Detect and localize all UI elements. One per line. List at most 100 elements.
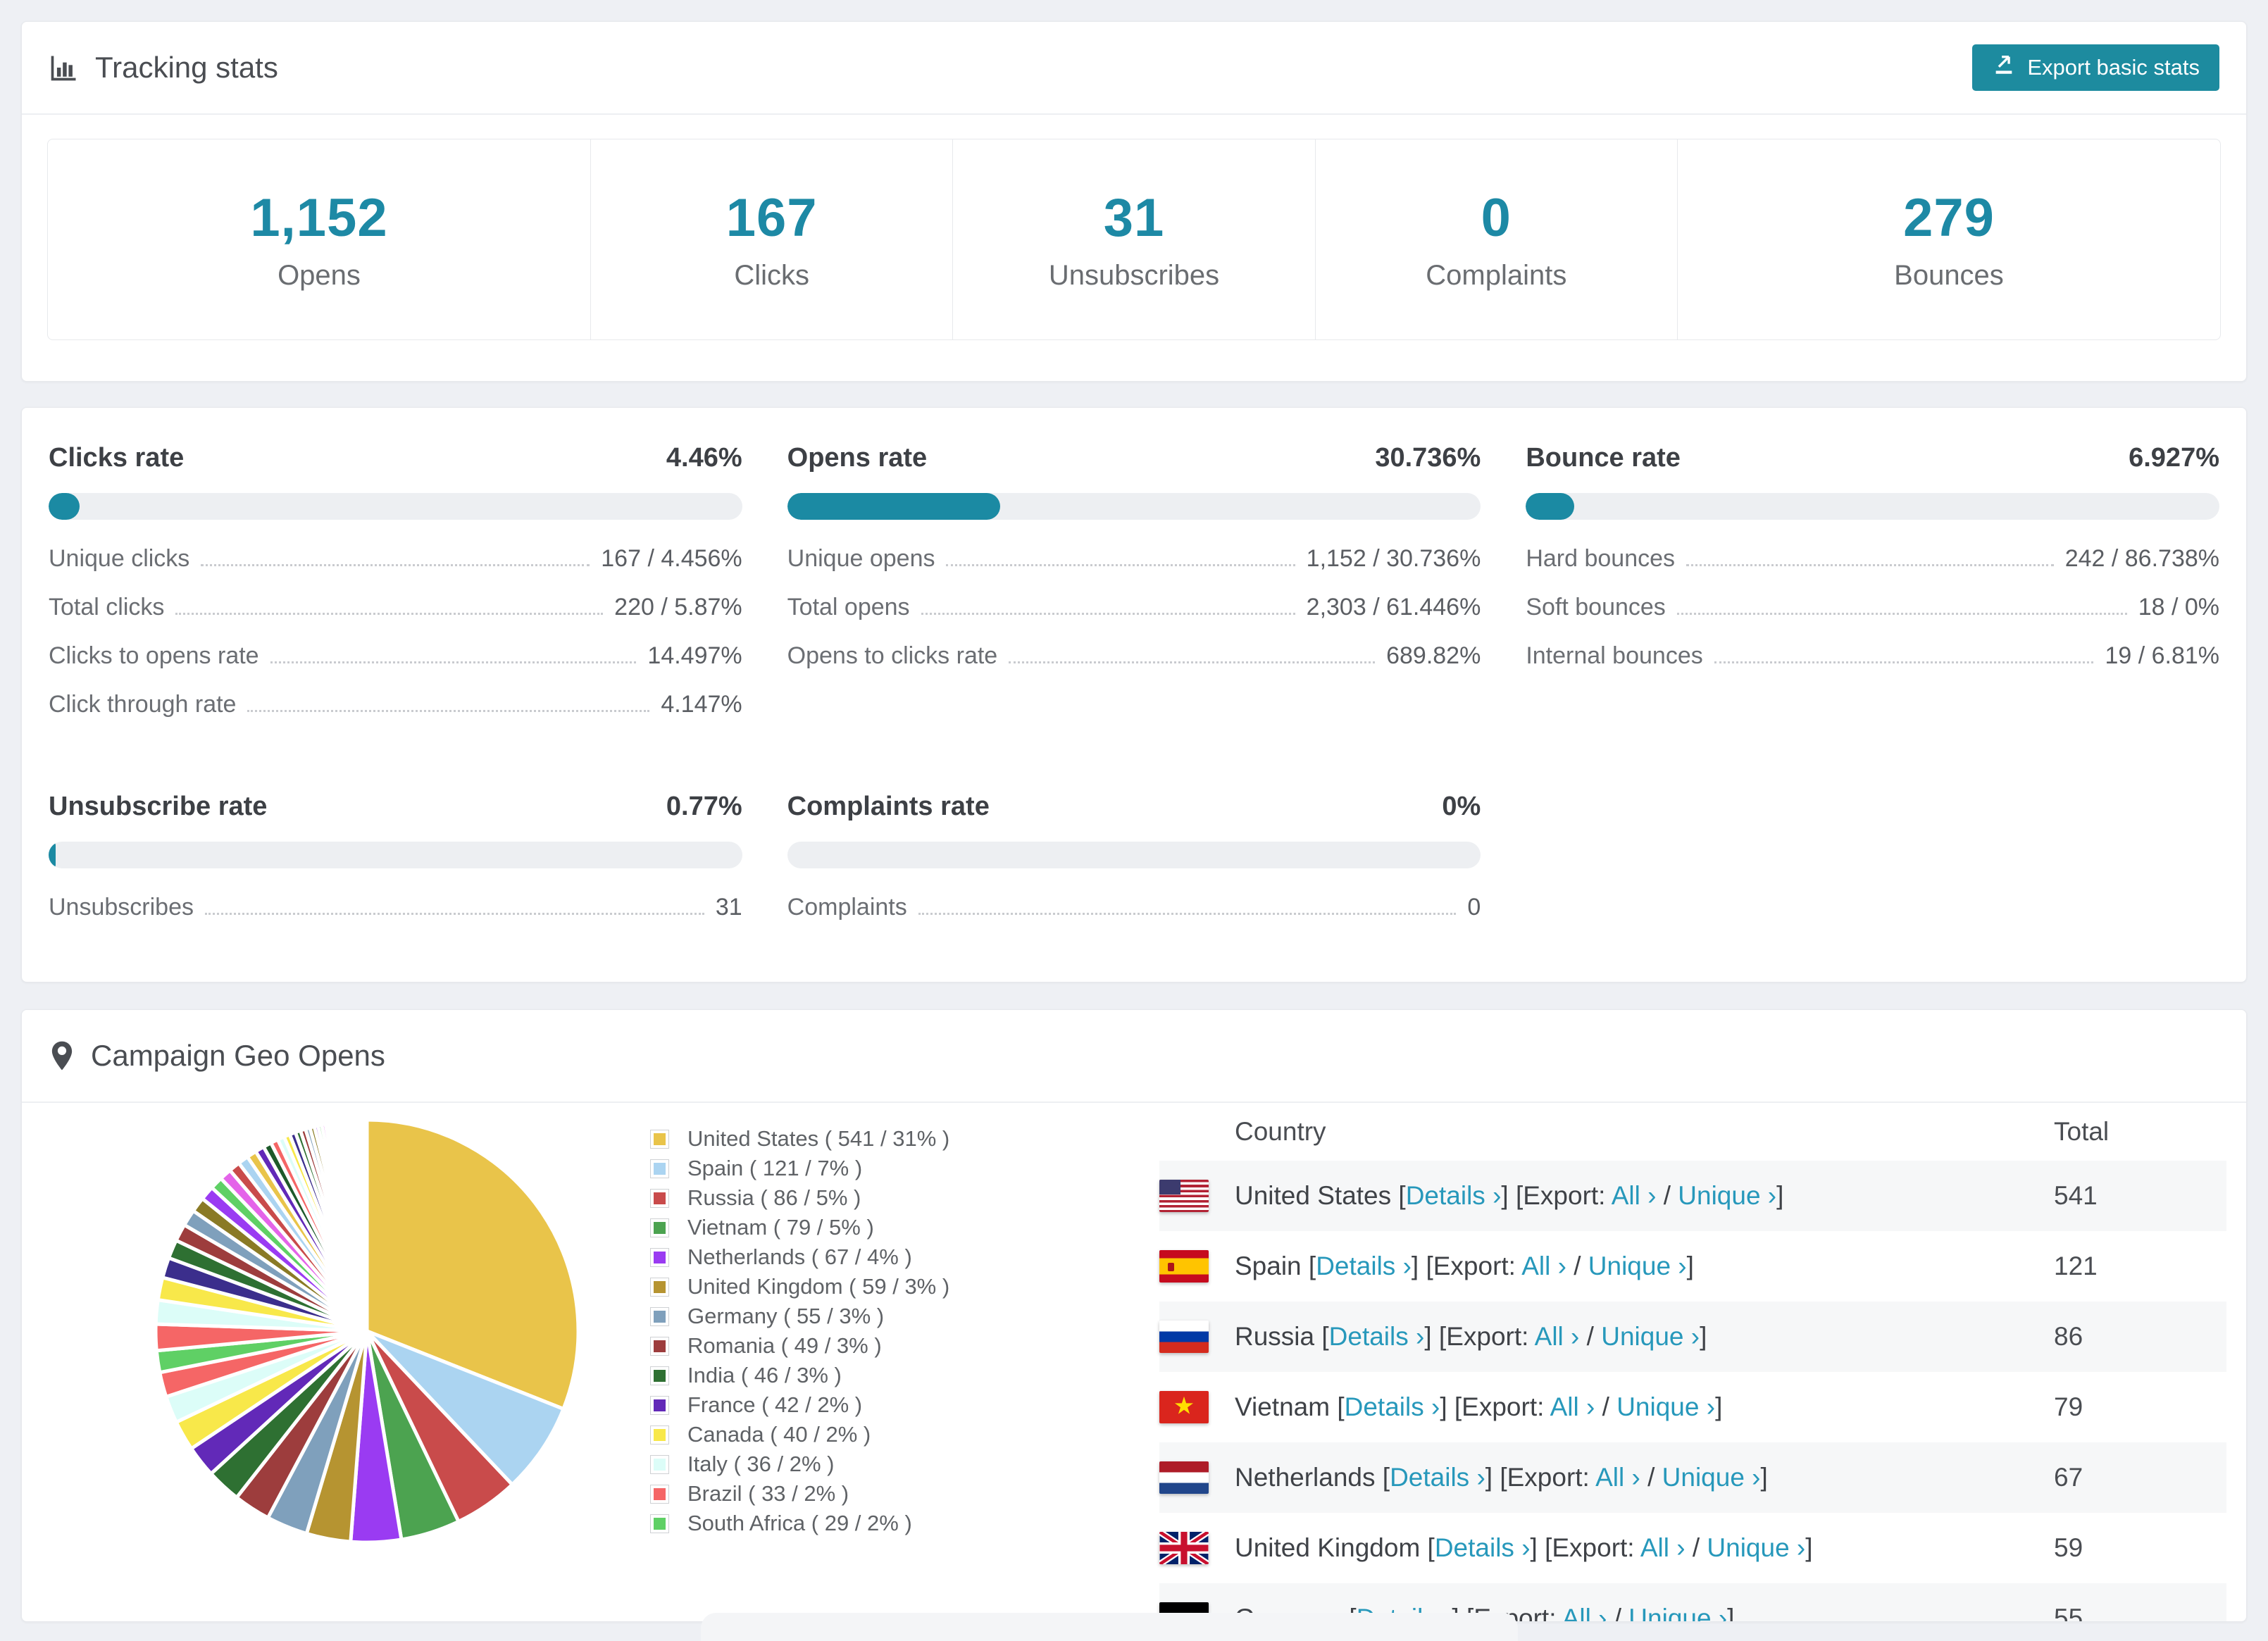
legend-label: Germany ( 55 / 3% )	[687, 1304, 885, 1328]
progress-track	[49, 493, 742, 520]
rate-panel-head: Opens rate 30.736%	[787, 436, 1481, 476]
total-cell: 55	[2054, 1604, 2083, 1622]
export-icon	[1992, 53, 2016, 82]
dotted-leader	[247, 710, 650, 712]
export-all-link[interactable]: All ›	[1535, 1322, 1580, 1351]
rate-value: 0%	[1442, 792, 1481, 821]
country-cell: Netherlands [Details ›] [Export: All › /…	[1159, 1461, 2054, 1494]
rate-metric-label: Clicks to opens rate	[49, 642, 259, 669]
stat-box-unsubscribes: 31 Unsubscribes	[952, 139, 1314, 339]
rate-panel-head: Complaints rate 0%	[787, 785, 1481, 825]
rate-metric-row: Opens to clicks rate 689.82%	[787, 642, 1481, 670]
dotted-leader	[1686, 564, 2054, 566]
legend-item-vietnam[interactable]: Vietnam ( 79 / 5% )	[650, 1213, 1099, 1242]
rate-metric-row: Internal bounces 19 / 6.81%	[1526, 642, 2219, 670]
export-unique-link[interactable]: Unique ›	[1678, 1181, 1776, 1210]
legend-label: Spain ( 121 / 7% )	[687, 1156, 863, 1180]
geo-legend: United States ( 541 / 31% ) Spain ( 121 /…	[635, 1103, 1099, 1621]
export-unique-link[interactable]: Unique ›	[1616, 1392, 1715, 1421]
dotted-leader	[1009, 661, 1376, 663]
stat-label: Clicks	[734, 260, 809, 291]
export-all-link[interactable]: All ›	[1550, 1392, 1595, 1421]
legend-label: Canada ( 40 / 2% )	[687, 1422, 871, 1447]
country-row-text: United Kingdom [Details ›] [Export: All …	[1235, 1533, 1813, 1562]
campaign-geo-opens-card: Campaign Geo Opens United States ( 541 /…	[21, 1009, 2247, 1622]
rate-panel-opens-rate: Opens rate 30.736% Unique opens 1,152 / 30.…	[787, 436, 1481, 740]
legend-item-germany[interactable]: Germany ( 55 / 3% )	[650, 1302, 1099, 1331]
rate-title: Unsubscribe rate	[49, 792, 268, 821]
rate-value: 0.77%	[666, 792, 742, 821]
details-link[interactable]: Details ›	[1316, 1252, 1412, 1280]
stat-label: Complaints	[1426, 260, 1567, 291]
country-row-text: United States [Details ›] [Export: All ›…	[1235, 1181, 1784, 1210]
rate-metric-label: Internal bounces	[1526, 642, 1703, 669]
progress-track	[787, 842, 1481, 868]
export-unique-link[interactable]: Unique ›	[1628, 1604, 1727, 1621]
export-all-link[interactable]: All ›	[1562, 1604, 1607, 1621]
dotted-leader	[201, 564, 590, 566]
legend-label: Russia ( 86 / 5% )	[687, 1185, 861, 1210]
rate-value: 4.46%	[666, 443, 742, 473]
export-basic-stats-label: Export basic stats	[2027, 55, 2200, 80]
country-row-text: Vietnam [Details ›] [Export: All › / Uni…	[1235, 1392, 1723, 1421]
stat-box-opens: 1,152 Opens	[48, 139, 590, 339]
legend-item-india[interactable]: India ( 46 / 3% )	[650, 1361, 1099, 1390]
legend-label: India ( 46 / 3% )	[687, 1363, 842, 1387]
legend-item-canada[interactable]: Canada ( 40 / 2% )	[650, 1420, 1099, 1449]
legend-label: Italy ( 36 / 2% )	[687, 1452, 835, 1476]
geo-country-table: Country Total United States [Details ›] [E…	[1159, 1103, 2226, 1621]
export-all-link[interactable]: All ›	[1612, 1181, 1657, 1210]
legend-swatch-icon	[650, 1454, 669, 1474]
rate-value: 6.927%	[2129, 443, 2219, 473]
legend-swatch-icon	[650, 1484, 669, 1504]
dotted-leader	[1714, 661, 2094, 663]
legend-swatch-icon	[650, 1247, 669, 1267]
legend-item-south-africa[interactable]: South Africa ( 29 / 2% )	[650, 1509, 1099, 1538]
details-link[interactable]: Details ›	[1329, 1322, 1425, 1351]
progress-track	[49, 842, 742, 868]
legend-item-italy[interactable]: Italy ( 36 / 2% )	[650, 1449, 1099, 1479]
rate-metric-label: Unique opens	[787, 545, 935, 572]
details-link[interactable]: Details ›	[1390, 1463, 1485, 1492]
legend-item-united-kingdom[interactable]: United Kingdom ( 59 / 3% )	[650, 1272, 1099, 1302]
stats-summary-row: 1,152 Opens 167 Clicks 31 Unsubscribes 0 Compla…	[47, 139, 2221, 340]
legend-item-brazil[interactable]: Brazil ( 33 / 2% )	[650, 1479, 1099, 1509]
export-basic-stats-button[interactable]: Export basic stats	[1972, 44, 2219, 91]
details-link[interactable]: Details ›	[1435, 1533, 1531, 1562]
progress-track	[1526, 493, 2219, 520]
stat-box-clicks: 167 Clicks	[590, 139, 952, 339]
export-unique-link[interactable]: Unique ›	[1707, 1533, 1805, 1562]
details-link[interactable]: Details ›	[1345, 1392, 1440, 1421]
rate-panel-head: Bounce rate 6.927%	[1526, 436, 2219, 476]
rate-metric-label: Complaints	[787, 894, 907, 921]
stat-value: 279	[1903, 188, 1995, 248]
legend-label: Romania ( 49 / 3% )	[687, 1333, 882, 1358]
legend-swatch-icon	[650, 1395, 669, 1415]
export-unique-link[interactable]: Unique ›	[1588, 1252, 1687, 1280]
rate-metric-label: Total clicks	[49, 594, 165, 620]
rate-metric-value: 14.497%	[647, 642, 742, 669]
progress-fill	[49, 842, 56, 868]
stat-value: 1,152	[250, 188, 388, 248]
export-unique-link[interactable]: Unique ›	[1662, 1463, 1761, 1492]
total-cell: 79	[2054, 1392, 2083, 1421]
legend-item-romania[interactable]: Romania ( 49 / 3% )	[650, 1331, 1099, 1361]
export-all-link[interactable]: All ›	[1521, 1252, 1566, 1280]
export-all-link[interactable]: All ›	[1640, 1533, 1686, 1562]
legend-item-france[interactable]: France ( 42 / 2% )	[650, 1390, 1099, 1420]
stat-box-bounces: 279 Bounces	[1676, 139, 2220, 339]
legend-item-spain[interactable]: Spain ( 121 / 7% )	[650, 1154, 1099, 1183]
es-flag-icon	[1159, 1250, 1209, 1283]
rate-metric-label: Opens to clicks rate	[787, 642, 998, 669]
legend-item-russia[interactable]: Russia ( 86 / 5% )	[650, 1183, 1099, 1213]
export-unique-link[interactable]: Unique ›	[1601, 1322, 1700, 1351]
legend-item-netherlands[interactable]: Netherlands ( 67 / 4% )	[650, 1242, 1099, 1272]
country-row-es: Spain [Details ›] [Export: All › / Uniqu…	[1159, 1231, 2226, 1302]
progress-fill	[787, 493, 1001, 520]
details-link[interactable]: Details ›	[1406, 1181, 1502, 1210]
legend-item-united-states[interactable]: United States ( 541 / 31% )	[650, 1124, 1099, 1154]
rate-metric-label: Unique clicks	[49, 545, 190, 572]
export-all-link[interactable]: All ›	[1595, 1463, 1640, 1492]
rate-metric-label: Hard bounces	[1526, 545, 1676, 572]
geo-body: United States ( 541 / 31% ) Spain ( 121 /…	[22, 1103, 2246, 1621]
